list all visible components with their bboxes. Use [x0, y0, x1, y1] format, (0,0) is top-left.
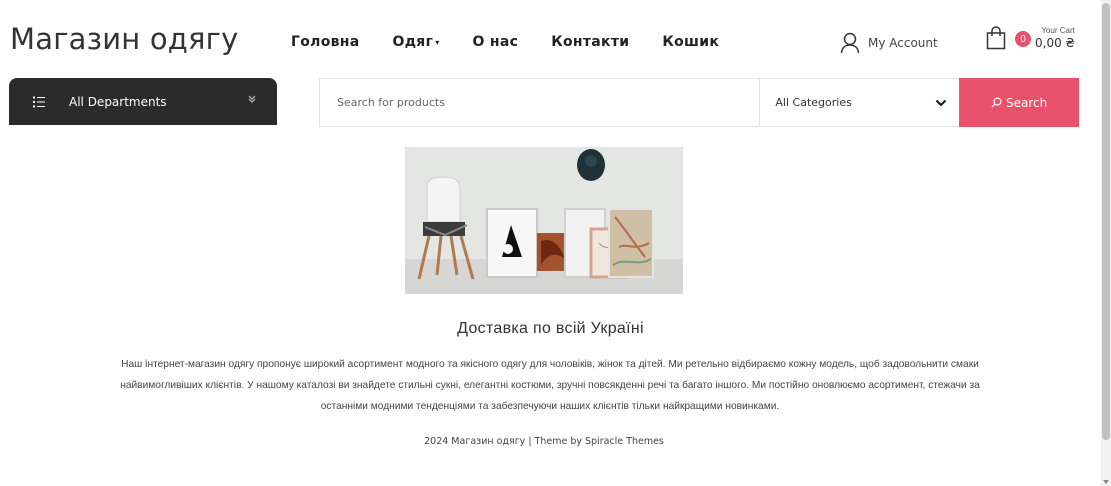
scroll-down-icon[interactable] [1103, 480, 1109, 484]
search-button[interactable]: Search [959, 78, 1079, 127]
nav-item-label: Головна [291, 34, 360, 50]
chevron-down-icon [248, 95, 256, 103]
my-account-label: My Account [868, 36, 938, 50]
nav-item-home[interactable]: Головна [291, 34, 360, 50]
all-departments-button[interactable]: All Departments [9, 78, 277, 125]
delivery-title: Доставка по всій Україні [457, 320, 644, 337]
caret-down-icon: ▾ [435, 37, 440, 47]
cart-count-badge: 0 [1015, 31, 1031, 47]
nav-item-clothing[interactable]: Одяг ▾ [393, 34, 440, 50]
user-icon [840, 32, 860, 54]
nav-item-label: Кошик [662, 34, 720, 50]
site-title[interactable]: Магазин одягу [10, 22, 238, 56]
nav-item-label: Одяг [392, 34, 434, 50]
cart-label: Your Cart [1041, 26, 1075, 35]
all-departments-label: All Departments [69, 94, 167, 109]
footer-text: 2024 Магазин одягу | Theme by Spiracle T… [424, 436, 664, 447]
search-bar: All Categories Search [319, 78, 1079, 127]
search-button-label: Search [1005, 95, 1048, 110]
nav-item-cart[interactable]: Кошик [662, 34, 719, 50]
category-select-value: All Categories [775, 96, 852, 109]
nav-item-about[interactable]: О нас [473, 34, 519, 50]
search-input[interactable] [320, 79, 760, 126]
scrollbar[interactable] [1101, 0, 1111, 486]
nav-item-label: Контакти [551, 34, 630, 50]
nav-item-label: О нас [472, 34, 519, 50]
shopping-bag-icon [986, 26, 1006, 50]
my-account-link[interactable]: My Account [840, 32, 938, 54]
hero-image [405, 147, 683, 294]
list-icon [33, 96, 45, 107]
category-select[interactable]: All Categories [759, 79, 959, 126]
search-icon [991, 97, 1002, 108]
scrollbar-thumb[interactable] [1102, 3, 1110, 440]
description-text: Наш інтернет-магазин одягу пропонує широ… [120, 359, 980, 412]
chevron-down-icon [935, 99, 947, 106]
cart-total: 0,00 ₴ [1035, 36, 1075, 50]
nav-item-contacts[interactable]: Контакти [551, 34, 629, 50]
cart-link[interactable]: 0 Your Cart 0,00 ₴ [986, 26, 1075, 50]
main-nav: Головна Одяг ▾ О нас Контакти Кошик [291, 34, 752, 50]
